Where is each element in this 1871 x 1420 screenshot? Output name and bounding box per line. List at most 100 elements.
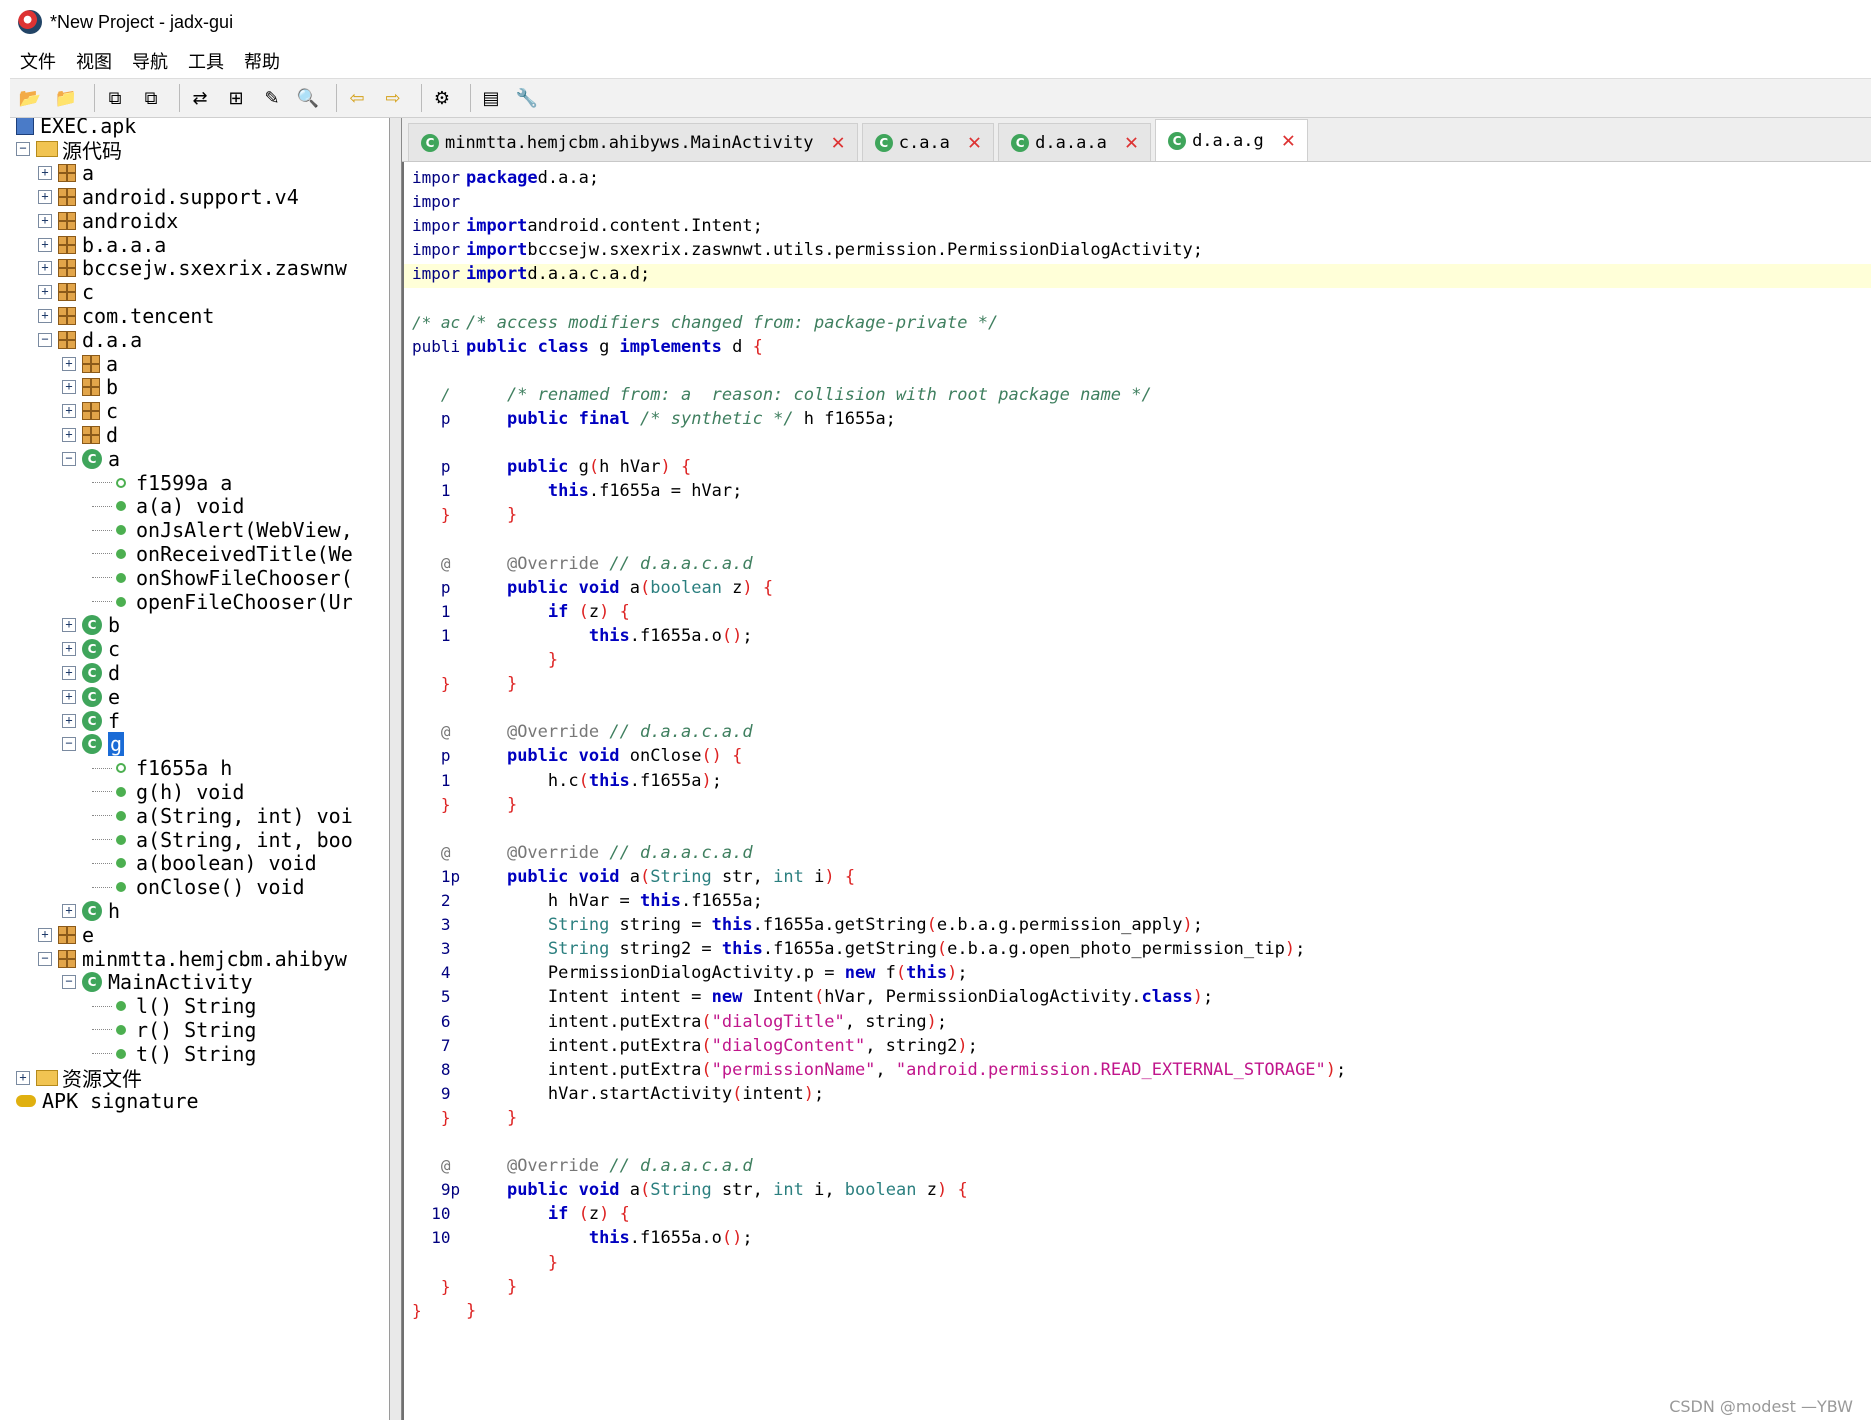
expand-icon[interactable]: + xyxy=(62,380,76,395)
package-icon xyxy=(82,378,100,397)
tab-2[interactable]: Cd.a.a.a ✕ xyxy=(998,123,1152,161)
method-icon xyxy=(116,834,126,845)
tree-node-label: a(a) void xyxy=(136,494,245,519)
preferences-button[interactable]: 🔧 xyxy=(513,84,541,112)
package-icon xyxy=(58,211,76,230)
expand-icon[interactable]: + xyxy=(62,665,76,680)
open-folder-button[interactable]: 📂 xyxy=(16,84,44,112)
gutter-marker: impor xyxy=(412,168,461,187)
menu-0[interactable]: 文件 xyxy=(10,48,66,74)
expand-icon[interactable]: + xyxy=(62,903,76,918)
tree-node-label: com.tencent xyxy=(82,303,215,328)
collapse-icon[interactable]: − xyxy=(16,142,30,157)
close-tab-icon[interactable]: ✕ xyxy=(968,130,981,155)
gutter-marker: @ xyxy=(412,722,451,742)
collapse-icon[interactable]: − xyxy=(62,737,76,752)
add-file-icon: 📁 xyxy=(54,87,78,109)
gutter-marker: 6 xyxy=(412,1011,451,1031)
gutter-marker: @ xyxy=(412,842,451,862)
code-line: public void a(boolean z) { xyxy=(466,578,773,602)
code-line: public void a(String str, int i) { xyxy=(466,867,855,891)
code-token: d.a.a.c.a.d; xyxy=(527,264,651,285)
text-search-button[interactable]: ✎ xyxy=(258,84,286,112)
tab-3[interactable]: Cd.a.a.g ✕ xyxy=(1155,119,1308,161)
expand-icon[interactable]: + xyxy=(62,404,76,419)
add-file-button[interactable]: 📁 xyxy=(52,84,80,112)
class-icon: C xyxy=(1168,131,1187,150)
menu-4[interactable]: 帮助 xyxy=(234,48,290,74)
menu-1[interactable]: 视图 xyxy=(66,48,122,74)
forward-button[interactable]: ⇨ xyxy=(379,84,407,112)
expand-icon[interactable]: + xyxy=(62,689,76,704)
code-token: public void xyxy=(506,1180,620,1201)
class-icon: C xyxy=(82,972,102,993)
expand-icon[interactable]: + xyxy=(38,166,52,181)
expand-icon[interactable]: + xyxy=(38,261,52,276)
collapse-icon[interactable]: − xyxy=(62,451,76,466)
tab-1[interactable]: Cc.a.a ✕ xyxy=(861,123,995,161)
code-token: ; xyxy=(814,1083,825,1104)
tree-node[interactable]: openFileChooser(Ur xyxy=(92,588,353,615)
class-icon: C xyxy=(82,639,102,660)
code-line: String string = this.f1655a.getString(e.… xyxy=(466,915,1203,939)
close-tab-icon[interactable]: ✕ xyxy=(831,130,844,155)
collapse-icon[interactable]: − xyxy=(62,975,76,990)
code-token: ( xyxy=(701,1035,712,1056)
expand-icon[interactable]: + xyxy=(38,308,52,323)
code-token: String xyxy=(650,866,712,887)
tree-node[interactable]: APK signature xyxy=(16,1088,199,1115)
collapse-icon[interactable]: − xyxy=(38,332,52,347)
expand-icon[interactable]: + xyxy=(38,927,52,942)
expand-icon[interactable]: + xyxy=(16,1070,30,1085)
code-line: public void onClose() { xyxy=(466,746,742,770)
close-tab-icon[interactable]: ✕ xyxy=(1125,130,1138,155)
tab-0[interactable]: Cminmtta.hemjcbm.ahibyws.MainActivity ✕ xyxy=(408,123,858,161)
tree-node-label: a xyxy=(82,161,95,186)
tree-node-label: b xyxy=(108,613,121,638)
code-token: ; xyxy=(742,625,753,646)
expand-icon[interactable]: + xyxy=(38,237,52,252)
code-token: d.a.a; xyxy=(537,168,600,188)
expand-icon[interactable]: + xyxy=(62,713,76,728)
code-editor[interactable]: impor packaged.a.a; impor impor importandroi… xyxy=(402,162,1871,1420)
expand-icon[interactable]: + xyxy=(62,427,76,442)
code-line: if (z) { xyxy=(466,1204,630,1228)
code-token: onClose xyxy=(619,746,702,767)
copy-button[interactable]: ⧉ xyxy=(101,84,129,112)
menu-2[interactable]: 导航 xyxy=(122,48,178,74)
code-token: ( xyxy=(640,866,651,887)
code-token: "dialogTitle" xyxy=(711,1011,845,1032)
class-search-button[interactable]: 🔍 xyxy=(294,84,322,112)
project-tree[interactable]: EXEC.apk − 源代码 + a + android.support.v4 + androi… xyxy=(12,118,390,1420)
tree-node[interactable]: onClose() void xyxy=(92,874,305,901)
deobfuscation-button[interactable]: ⚙ xyxy=(428,84,456,112)
back-button[interactable]: ⇦ xyxy=(343,84,371,112)
code-token: i, xyxy=(803,1180,845,1201)
expand-icon[interactable]: + xyxy=(38,213,52,228)
code-line: } xyxy=(466,1301,476,1325)
code-token: public final xyxy=(506,409,630,429)
code-token: new xyxy=(844,963,876,984)
save-all-button[interactable]: ⧉ xyxy=(137,84,165,112)
split-pane-divider[interactable] xyxy=(390,118,402,1420)
expand-icon[interactable]: + xyxy=(62,618,76,633)
sync-tree-button[interactable]: ⇄ xyxy=(186,84,214,112)
collapse-icon[interactable]: − xyxy=(38,951,52,966)
field-icon xyxy=(116,477,126,488)
gutter-marker: 7 xyxy=(412,1035,451,1055)
close-tab-icon[interactable]: ✕ xyxy=(1282,128,1295,153)
flatten-packages-button[interactable]: ⊞ xyxy=(222,84,250,112)
tree-node-label: g xyxy=(108,732,125,757)
gutter-marker xyxy=(412,698,468,722)
expand-icon[interactable]: + xyxy=(38,285,52,300)
expand-icon[interactable]: + xyxy=(62,642,76,657)
menu-3[interactable]: 工具 xyxy=(178,48,234,74)
log-button[interactable]: ▤ xyxy=(477,84,505,112)
expand-icon[interactable]: + xyxy=(62,356,76,371)
expand-icon[interactable]: + xyxy=(38,189,52,204)
code-token: e.b.a.g.open_photo_permission_tip xyxy=(947,939,1285,960)
code-token: e.b.a.g.permission_apply xyxy=(936,915,1183,936)
